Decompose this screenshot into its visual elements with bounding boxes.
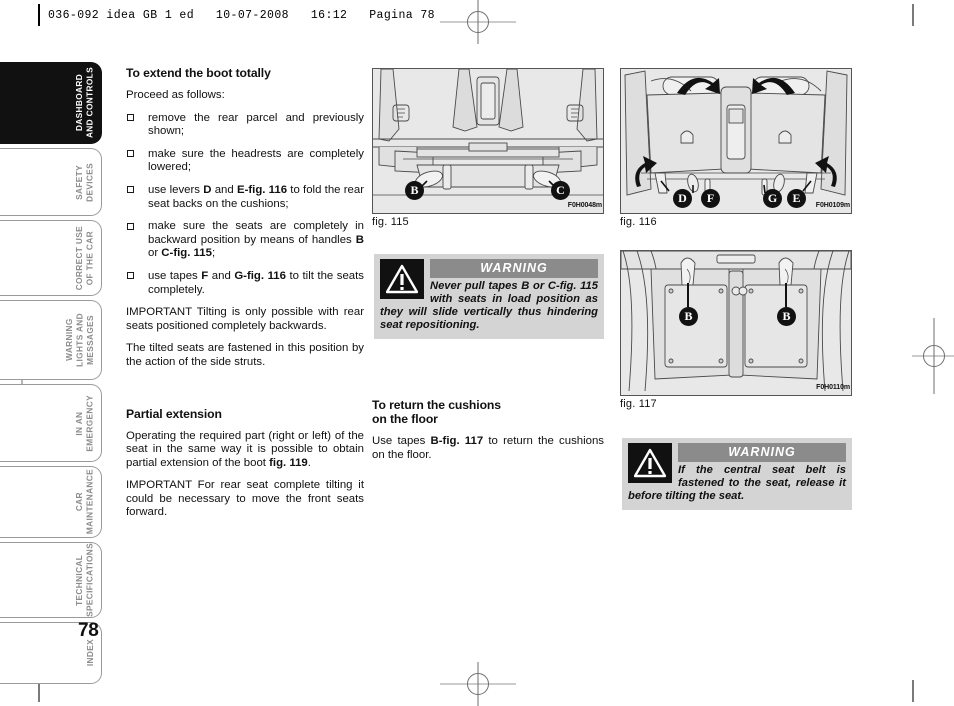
paragraph-partial-extension: Operating the required part (right or le… [126,429,364,469]
figure-115-caption: fig. 115 [372,216,409,228]
important-note-front-seats: IMPORTANT For rear seat complete tilting… [126,479,364,519]
document-header-text: 036-092 idea GB 1 ed 10-07-2008 16:12 Pa… [48,8,435,22]
figure-116-caption-row: F0H0109m fig. 116 [620,202,852,232]
text-column-left: To extend the boot totally Proceed as fo… [126,66,364,520]
text-column-middle: To return the cushions on the floor Use … [372,398,604,462]
sidebar-item-label: SAFETY DEVICES [74,162,95,202]
figure-116-caption: fig. 116 [620,216,657,228]
list-item-text: remove the rear parcel and previously sh… [148,111,364,138]
list-item-text: use tapes F and G-fig. 116 to tilt the s… [148,269,364,296]
sidebar-item-technical-specifications[interactable]: TECHNICAL SPECIFICATIONS [0,542,102,618]
list-item: remove the rear parcel and previously sh… [126,112,364,139]
rear-seats-illustration [621,69,851,213]
sidebar-item-label: WARNING LIGHTS AND MESSAGES [63,313,95,367]
figure-117: B B F0H0110m fig. 117 [620,250,852,414]
sidebar-item-label: INDEX [84,639,95,667]
figure-117-caption-row: F0H0110m fig. 117 [620,384,852,414]
sidebar-item-dashboard-and-controls[interactable]: DASHBOARD AND CONTROLS [0,62,102,144]
sidebar-item-label: CORRECT USE OF THE CAR [74,225,95,291]
figure-callout-b-right: B [777,307,796,326]
paragraph-side-struts: The tilted seats are fastened in this po… [126,342,364,368]
sidebar-item-correct-use-of-the-car[interactable]: CORRECT USE OF THE CAR [0,220,102,296]
figure-117-image: B B [620,250,852,396]
square-bullet-icon [127,272,134,280]
figure-115: B C F0H0048m fig. 115 [372,68,604,232]
section-heading-partial-extension: Partial extension [126,406,222,421]
procedure-list: remove the rear parcel and previously sh… [126,112,364,298]
figure-callout-e: E [787,189,806,208]
page-number: 78 [78,620,99,641]
registration-mark-bottom [440,662,516,706]
sidebar-item-in-an-emergency[interactable]: IN AN EMERGENCY [0,384,102,462]
sidebar-item-label: TECHNICAL SPECIFICATIONS [74,543,95,617]
sidebar-item-car-maintenance[interactable]: CAR MAINTENANCE [0,466,102,538]
sidebar-item-label: DASHBOARD AND CONTROLS [74,67,95,139]
figure-callout-b-left: B [679,307,698,326]
sidebar-item-safety-devices[interactable]: SAFETY DEVICES [0,148,102,216]
square-bullet-icon [127,186,134,194]
figure-callout-d: D [673,189,692,208]
warning-box-seat-belt: WARNING If the central seat belt is fast… [622,438,852,511]
figure-115-caption-row: F0H0048m fig. 115 [372,202,604,232]
seat-cushions-illustration [621,251,851,395]
figure-callout-f: F [701,189,720,208]
list-item-text: use levers D and E-fig. 116 to fold the … [148,183,364,210]
figure-callout-c: C [551,181,570,200]
figure-115-code: F0H0048m [567,202,602,209]
figure-callout-g: G [763,189,782,208]
registration-mark-right [912,318,954,394]
document-header: 036-092 idea GB 1 ed 10-07-2008 16:12 Pa… [38,4,435,26]
column-spacer [126,379,364,407]
figure-116-code: F0H0109m [815,202,850,209]
square-bullet-icon [127,150,134,158]
warning-triangle-icon [380,259,424,299]
figure-callout-b: B [405,181,424,200]
section-heading-return-cushions: To return the cushions on the floor [372,398,501,426]
sidebar-item-label: CAR MAINTENANCE [74,469,95,535]
list-item: make sure the seats are completely in ba… [126,220,364,261]
crop-frame-bottom-right [912,680,914,702]
warning-title: WARNING [430,259,598,278]
figure-116: D F G E F0H0109m fig. 116 [620,68,852,232]
sidebar-item-warning-lights-and-messages[interactable]: WARNING LIGHTS AND MESSAGES [0,300,102,380]
list-item: use levers D and E-fig. 116 to fold the … [126,184,364,211]
figure-115-image: B C [372,68,604,214]
square-bullet-icon [127,114,134,122]
registration-mark-top [440,0,516,44]
list-item: use tapes F and G-fig. 116 to tilt the s… [126,270,364,297]
figure-116-image: D F G E [620,68,852,214]
warning-box-tapes: WARNING Never pull tapes B or C-fig. 115… [374,254,604,340]
warning-title: WARNING [678,443,846,462]
list-item: make sure the headrests are completely l… [126,148,364,175]
section-heading-extend-boot: To extend the boot totally [126,66,271,80]
paragraph-return-cushions: Use tapes B-fig. 117 to return the cushi… [372,435,604,461]
sidebar-item-label: IN AN EMERGENCY [74,394,95,452]
square-bullet-icon [127,222,134,230]
warning-triangle-icon [628,443,672,483]
list-item-text: make sure the seats are completely in ba… [148,220,364,260]
intro-paragraph: Proceed as follows: [126,89,225,101]
important-note-tilting: IMPORTANT Tilting is only possible with … [126,306,364,332]
figure-117-caption: fig. 117 [620,398,657,410]
figure-117-code: F0H0110m [816,384,850,391]
list-item-text: make sure the headrests are completely l… [148,147,364,174]
crop-frame-top-right [912,4,914,26]
